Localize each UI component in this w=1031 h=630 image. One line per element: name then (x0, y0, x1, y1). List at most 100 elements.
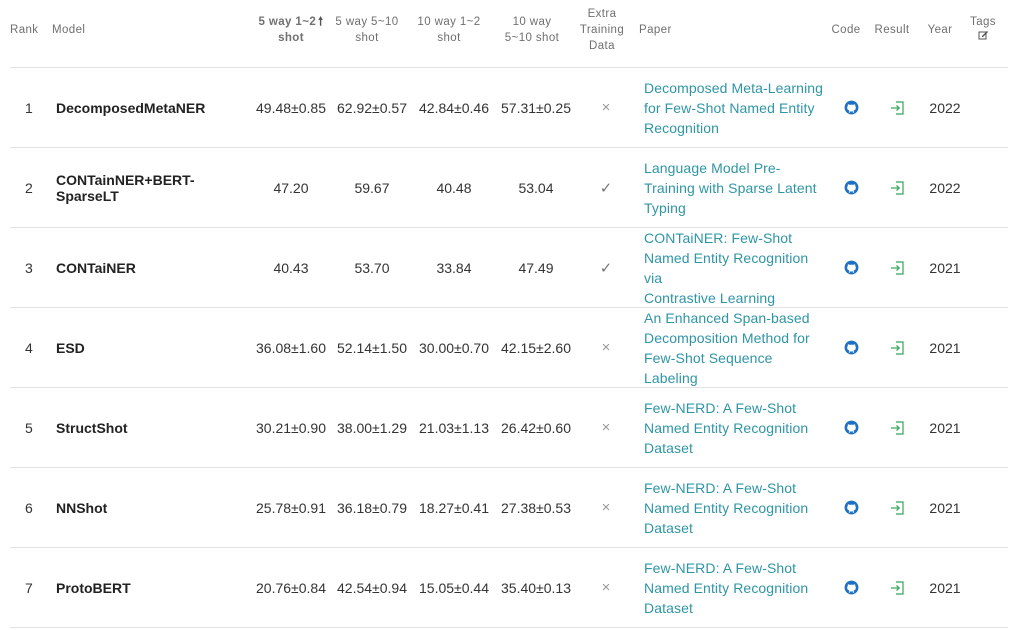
model-name[interactable]: NNShot (56, 468, 256, 547)
model-name[interactable]: StructShot (56, 388, 256, 467)
header-col4-line2: 5~10 shot (504, 32, 560, 44)
header-code-label: Code (831, 24, 861, 36)
sort-arrow-icon: 🠕 (318, 16, 324, 28)
edit-icon[interactable] (978, 30, 989, 46)
model-name[interactable]: ESD (56, 308, 256, 387)
github-icon[interactable] (844, 260, 859, 275)
rank-cell: 1 (25, 99, 33, 116)
table-row: 6 NNShot 25.78±0.91 36.18±0.79 18.27±0.4… (10, 468, 1008, 548)
paper-link[interactable]: Decomposed Meta-Learning for Few-Shot Na… (644, 68, 828, 147)
value-10way-1-2shot: 21.03±1.13 (419, 419, 489, 436)
header-tags[interactable]: Tags (966, 0, 1000, 60)
enter-icon[interactable] (890, 260, 905, 275)
header-year[interactable]: Year (923, 0, 957, 60)
paper-title: Few-NERD: A Few-Shot Named Entity Recogn… (644, 478, 808, 538)
paper-link[interactable]: Few-NERD: A Few-Shot Named Entity Recogn… (644, 468, 828, 547)
enter-icon[interactable] (890, 180, 905, 195)
rank-cell: 5 (25, 419, 33, 436)
value-5way-1-2shot: 20.76±0.84 (256, 579, 326, 596)
header-model[interactable]: Model (52, 0, 112, 60)
header-paper[interactable]: Paper (639, 0, 699, 60)
github-icon[interactable] (844, 180, 859, 195)
value-5way-5-10shot: 36.18±0.79 (337, 499, 407, 516)
header-tags-label: Tags (970, 16, 996, 28)
table-row: 1 DecomposedMetaNER 49.48±0.85 62.92±0.5… (10, 68, 1008, 148)
header-extra-line3: Data (589, 40, 615, 52)
paper-link[interactable]: Few-NERD: A Few-Shot Named Entity Recogn… (644, 388, 828, 467)
header-col2-line1: 5 way 5~10 (335, 16, 399, 28)
enter-icon[interactable] (890, 420, 905, 435)
enter-icon[interactable] (890, 500, 905, 515)
paper-title-line: Few-NERD: A Few-Shot (644, 479, 797, 496)
year-cell: 2022 (929, 179, 961, 196)
value-5way-1-2shot: 47.20 (273, 179, 309, 196)
value-10way-5-10shot: 42.15±2.60 (501, 339, 571, 356)
value-10way-1-2shot: 30.00±0.70 (419, 339, 489, 356)
github-icon[interactable] (844, 100, 859, 115)
paper-title-line: Dataset (644, 599, 693, 616)
value-5way-1-2shot: 25.78±0.91 (256, 499, 326, 516)
model-name[interactable]: DecomposedMetaNER (56, 68, 256, 147)
extra-data-mark: ✓ (599, 179, 613, 197)
table-row: 7 ProtoBERT 20.76±0.84 42.54±0.94 15.05±… (10, 548, 1008, 628)
model-name[interactable]: CONTaiNER (56, 228, 256, 307)
paper-title-line: An Enhanced Span-based (644, 309, 810, 326)
rank-cell: 6 (25, 499, 33, 516)
value-10way-5-10shot: 26.42±0.60 (501, 419, 571, 436)
github-icon[interactable] (844, 340, 859, 355)
github-icon[interactable] (844, 580, 859, 595)
header-col3-line1: 10 way 1~2 (417, 16, 481, 28)
extra-data-mark: × (601, 339, 611, 356)
value-5way-1-2shot: 30.21±0.90 (256, 419, 326, 436)
paper-title: Language Model Pre- Training with Sparse… (644, 158, 817, 218)
header-result[interactable]: Result (872, 0, 912, 60)
value-10way-5-10shot: 35.40±0.13 (501, 579, 571, 596)
paper-link[interactable]: Few-NERD: A Few-Shot Named Entity Recogn… (644, 548, 828, 627)
model-name[interactable]: CONTainNER+BERT-SparseLT (56, 148, 256, 227)
enter-icon[interactable] (890, 580, 905, 595)
year-cell: 2021 (929, 259, 961, 276)
value-10way-1-2shot: 42.84±0.46 (419, 99, 489, 116)
header-5way-5-10shot[interactable]: 5 way 5~10 shot (333, 0, 401, 60)
paper-title: An Enhanced Span-based Decomposition Met… (644, 308, 828, 388)
paper-title: Few-NERD: A Few-Shot Named Entity Recogn… (644, 398, 808, 458)
extra-data-mark: × (601, 99, 611, 116)
paper-link[interactable]: CONTaiNER: Few-Shot Named Entity Recogni… (644, 228, 828, 307)
value-10way-5-10shot: 27.38±0.53 (501, 499, 571, 516)
header-extra-training-data[interactable]: Extra Training Data (574, 0, 630, 60)
value-10way-1-2shot: 18.27±0.41 (419, 499, 489, 516)
paper-title-line: Few-NERD: A Few-Shot (644, 559, 797, 576)
rank-cell: 4 (25, 339, 33, 356)
header-10way-5-10shot[interactable]: 10 way 5~10 shot (498, 0, 566, 60)
extra-data-mark: ✓ (599, 259, 613, 277)
table-header: Rank Model 5 way 1~2 🠕 shot 5 way 5~10 sh… (10, 0, 1008, 67)
header-5way-1-2shot[interactable]: 5 way 1~2 🠕 shot (253, 0, 329, 60)
github-icon[interactable] (844, 420, 859, 435)
value-10way-1-2shot: 40.48 (436, 179, 472, 196)
paper-title-line: Training with Sparse Latent (644, 179, 817, 196)
value-10way-1-2shot: 33.84 (436, 259, 472, 276)
header-code[interactable]: Code (828, 0, 864, 60)
paper-title-line: Named Entity Recognition via (644, 249, 809, 286)
header-rank[interactable]: Rank (10, 0, 50, 60)
paper-title-line: CONTaiNER: Few-Shot (644, 229, 793, 246)
paper-title: CONTaiNER: Few-Shot Named Entity Recogni… (644, 228, 828, 308)
paper-title-line: Few-Shot Sequence Labeling (644, 349, 773, 386)
header-col3-line2: shot (437, 32, 461, 44)
table-row: 5 StructShot 30.21±0.90 38.00±1.29 21.03… (10, 388, 1008, 468)
header-10way-1-2shot[interactable]: 10 way 1~2 shot (415, 0, 483, 60)
enter-icon[interactable] (890, 100, 905, 115)
value-5way-5-10shot: 62.92±0.57 (337, 99, 407, 116)
year-cell: 2021 (929, 339, 961, 356)
extra-data-mark: × (601, 419, 611, 436)
model-name[interactable]: ProtoBERT (56, 548, 256, 627)
github-icon[interactable] (844, 500, 859, 515)
paper-title-line: Dataset (644, 519, 693, 536)
value-5way-5-10shot: 59.67 (354, 179, 390, 196)
enter-icon[interactable] (890, 340, 905, 355)
paper-title-line: Dataset (644, 439, 693, 456)
paper-link[interactable]: An Enhanced Span-based Decomposition Met… (644, 308, 828, 387)
value-5way-1-2shot: 40.43 (273, 259, 309, 276)
paper-link[interactable]: Language Model Pre- Training with Sparse… (644, 148, 828, 227)
rank-cell: 3 (25, 259, 33, 276)
